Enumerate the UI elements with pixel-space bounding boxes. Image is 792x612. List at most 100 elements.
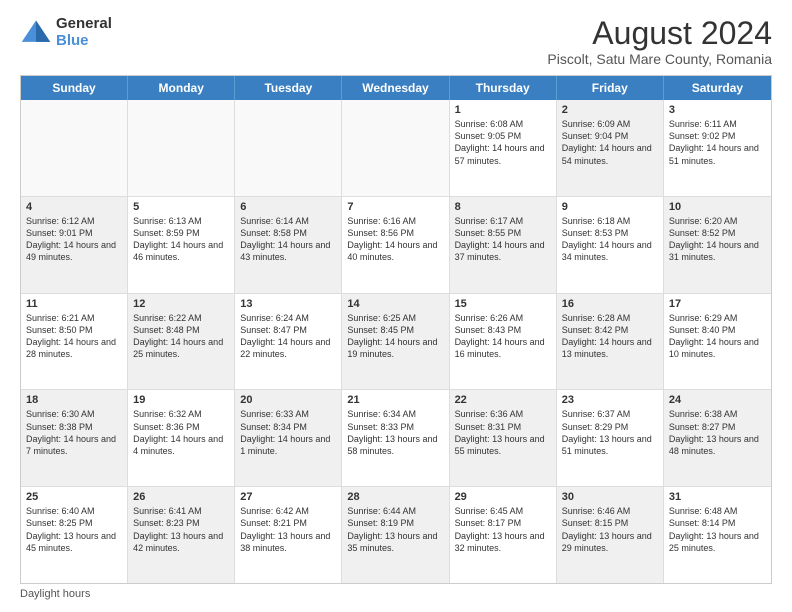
day-number: 9 xyxy=(562,201,658,213)
day-number: 17 xyxy=(669,298,766,310)
calendar-cell: 23Sunrise: 6:37 AM Sunset: 8:29 PM Dayli… xyxy=(557,390,664,486)
day-info: Sunrise: 6:16 AM Sunset: 8:56 PM Dayligh… xyxy=(347,215,443,264)
calendar-cell xyxy=(342,100,449,196)
calendar-row: 18Sunrise: 6:30 AM Sunset: 8:38 PM Dayli… xyxy=(21,390,771,487)
calendar-cell: 20Sunrise: 6:33 AM Sunset: 8:34 PM Dayli… xyxy=(235,390,342,486)
calendar-header: SundayMondayTuesdayWednesdayThursdayFrid… xyxy=(21,76,771,100)
day-info: Sunrise: 6:08 AM Sunset: 9:05 PM Dayligh… xyxy=(455,118,551,167)
day-info: Sunrise: 6:41 AM Sunset: 8:23 PM Dayligh… xyxy=(133,505,229,554)
day-info: Sunrise: 6:42 AM Sunset: 8:21 PM Dayligh… xyxy=(240,505,336,554)
day-info: Sunrise: 6:48 AM Sunset: 8:14 PM Dayligh… xyxy=(669,505,766,554)
day-number: 15 xyxy=(455,298,551,310)
day-number: 16 xyxy=(562,298,658,310)
calendar-cell: 16 Sunrise: 6:28 AM Sunset: 8:42 PM Dayli… xyxy=(557,294,664,390)
calendar-header-cell: Thursday xyxy=(450,76,557,100)
calendar-cell: 11 Sunrise: 6:21 AM Sunset: 8:50 PM Dayli… xyxy=(21,294,128,390)
calendar-cell xyxy=(235,100,342,196)
calendar-header-cell: Saturday xyxy=(664,76,771,100)
day-number: 10 xyxy=(669,201,766,213)
day-number: 6 xyxy=(240,201,336,213)
calendar-cell: 31 Sunrise: 6:48 AM Sunset: 8:14 PM Dayli… xyxy=(664,487,771,583)
calendar-header-cell: Sunday xyxy=(21,76,128,100)
day-info: Sunrise: 6:33 AM Sunset: 8:34 PM Dayligh… xyxy=(240,408,336,457)
day-number: 28 xyxy=(347,491,443,503)
calendar-cell: 21 Sunrise: 6:34 AM Sunset: 8:33 PM Dayli… xyxy=(342,390,449,486)
day-info: Sunrise: 6:34 AM Sunset: 8:33 PM Dayligh… xyxy=(347,408,443,457)
calendar-cell: 6 Sunrise: 6:14 AM Sunset: 8:58 PM Daylig… xyxy=(235,197,342,293)
calendar: SundayMondayTuesdayWednesdayThursdayFrid… xyxy=(20,75,772,584)
calendar-cell: 15Sunrise: 6:26 AM Sunset: 8:43 PM Dayli… xyxy=(450,294,557,390)
day-number: 29 xyxy=(455,491,551,503)
day-number: 3 xyxy=(669,104,766,116)
calendar-row: 25 Sunrise: 6:40 AM Sunset: 8:25 PM Dayli… xyxy=(21,487,771,583)
logo: General Blue xyxy=(20,16,112,49)
calendar-cell: 12 Sunrise: 6:22 AM Sunset: 8:48 PM Dayli… xyxy=(128,294,235,390)
day-number: 12 xyxy=(133,298,229,310)
day-info: Sunrise: 6:18 AM Sunset: 8:53 PM Dayligh… xyxy=(562,215,658,264)
calendar-cell: 9 Sunrise: 6:18 AM Sunset: 8:53 PM Daylig… xyxy=(557,197,664,293)
day-number: 24 xyxy=(669,394,766,406)
main-title: August 2024 xyxy=(547,16,772,51)
day-info: Sunrise: 6:22 AM Sunset: 8:48 PM Dayligh… xyxy=(133,312,229,361)
day-info: Sunrise: 6:13 AM Sunset: 8:59 PM Dayligh… xyxy=(133,215,229,264)
calendar-row: 4 Sunrise: 6:12 AM Sunset: 9:01 PM Daylig… xyxy=(21,197,771,294)
day-info: Sunrise: 6:24 AM Sunset: 8:47 PM Dayligh… xyxy=(240,312,336,361)
day-number: 11 xyxy=(26,298,122,310)
logo-icon xyxy=(20,17,52,49)
title-block: August 2024 Piscolt, Satu Mare County, R… xyxy=(547,16,772,67)
calendar-cell: 30Sunrise: 6:46 AM Sunset: 8:15 PM Dayli… xyxy=(557,487,664,583)
day-info: Sunrise: 6:28 AM Sunset: 8:42 PM Dayligh… xyxy=(562,312,658,361)
day-number: 25 xyxy=(26,491,122,503)
day-number: 26 xyxy=(133,491,229,503)
calendar-cell: 22Sunrise: 6:36 AM Sunset: 8:31 PM Dayli… xyxy=(450,390,557,486)
calendar-cell xyxy=(128,100,235,196)
day-info: Sunrise: 6:40 AM Sunset: 8:25 PM Dayligh… xyxy=(26,505,122,554)
day-number: 13 xyxy=(240,298,336,310)
logo-blue-text: Blue xyxy=(56,33,112,50)
calendar-cell: 24Sunrise: 6:38 AM Sunset: 8:27 PM Dayli… xyxy=(664,390,771,486)
calendar-cell: 25 Sunrise: 6:40 AM Sunset: 8:25 PM Dayli… xyxy=(21,487,128,583)
footer-note: Daylight hours xyxy=(20,584,772,600)
calendar-cell: 27 Sunrise: 6:42 AM Sunset: 8:21 PM Dayli… xyxy=(235,487,342,583)
day-number: 27 xyxy=(240,491,336,503)
calendar-cell: 10Sunrise: 6:20 AM Sunset: 8:52 PM Dayli… xyxy=(664,197,771,293)
calendar-cell: 4 Sunrise: 6:12 AM Sunset: 9:01 PM Daylig… xyxy=(21,197,128,293)
day-info: Sunrise: 6:12 AM Sunset: 9:01 PM Dayligh… xyxy=(26,215,122,264)
calendar-cell: 29 Sunrise: 6:45 AM Sunset: 8:17 PM Dayli… xyxy=(450,487,557,583)
logo-general-text: General xyxy=(56,16,112,33)
day-info: Sunrise: 6:46 AM Sunset: 8:15 PM Dayligh… xyxy=(562,505,658,554)
day-number: 23 xyxy=(562,394,658,406)
day-info: Sunrise: 6:44 AM Sunset: 8:19 PM Dayligh… xyxy=(347,505,443,554)
day-number: 19 xyxy=(133,394,229,406)
calendar-cell xyxy=(21,100,128,196)
calendar-header-cell: Tuesday xyxy=(235,76,342,100)
day-number: 21 xyxy=(347,394,443,406)
day-info: Sunrise: 6:11 AM Sunset: 9:02 PM Dayligh… xyxy=(669,118,766,167)
day-info: Sunrise: 6:21 AM Sunset: 8:50 PM Dayligh… xyxy=(26,312,122,361)
calendar-cell: 26 Sunrise: 6:41 AM Sunset: 8:23 PM Dayli… xyxy=(128,487,235,583)
day-info: Sunrise: 6:30 AM Sunset: 8:38 PM Dayligh… xyxy=(26,408,122,457)
calendar-cell: 2Sunrise: 6:09 AM Sunset: 9:04 PM Daylig… xyxy=(557,100,664,196)
day-number: 4 xyxy=(26,201,122,213)
day-number: 8 xyxy=(455,201,551,213)
calendar-row: 1 Sunrise: 6:08 AM Sunset: 9:05 PM Daylig… xyxy=(21,100,771,197)
day-info: Sunrise: 6:32 AM Sunset: 8:36 PM Dayligh… xyxy=(133,408,229,457)
calendar-cell: 28 Sunrise: 6:44 AM Sunset: 8:19 PM Dayli… xyxy=(342,487,449,583)
day-info: Sunrise: 6:17 AM Sunset: 8:55 PM Dayligh… xyxy=(455,215,551,264)
calendar-header-cell: Friday xyxy=(557,76,664,100)
calendar-cell: 7Sunrise: 6:16 AM Sunset: 8:56 PM Daylig… xyxy=(342,197,449,293)
day-info: Sunrise: 6:29 AM Sunset: 8:40 PM Dayligh… xyxy=(669,312,766,361)
calendar-cell: 14Sunrise: 6:25 AM Sunset: 8:45 PM Dayli… xyxy=(342,294,449,390)
page: General Blue August 2024 Piscolt, Satu M… xyxy=(0,0,792,612)
calendar-cell: 8 Sunrise: 6:17 AM Sunset: 8:55 PM Daylig… xyxy=(450,197,557,293)
day-number: 31 xyxy=(669,491,766,503)
calendar-header-cell: Wednesday xyxy=(342,76,449,100)
calendar-cell: 1 Sunrise: 6:08 AM Sunset: 9:05 PM Daylig… xyxy=(450,100,557,196)
header: General Blue August 2024 Piscolt, Satu M… xyxy=(20,16,772,67)
day-number: 1 xyxy=(455,104,551,116)
day-info: Sunrise: 6:14 AM Sunset: 8:58 PM Dayligh… xyxy=(240,215,336,264)
logo-text: General Blue xyxy=(56,16,112,49)
calendar-cell: 5Sunrise: 6:13 AM Sunset: 8:59 PM Daylig… xyxy=(128,197,235,293)
day-info: Sunrise: 6:45 AM Sunset: 8:17 PM Dayligh… xyxy=(455,505,551,554)
calendar-cell: 13 Sunrise: 6:24 AM Sunset: 8:47 PM Dayli… xyxy=(235,294,342,390)
